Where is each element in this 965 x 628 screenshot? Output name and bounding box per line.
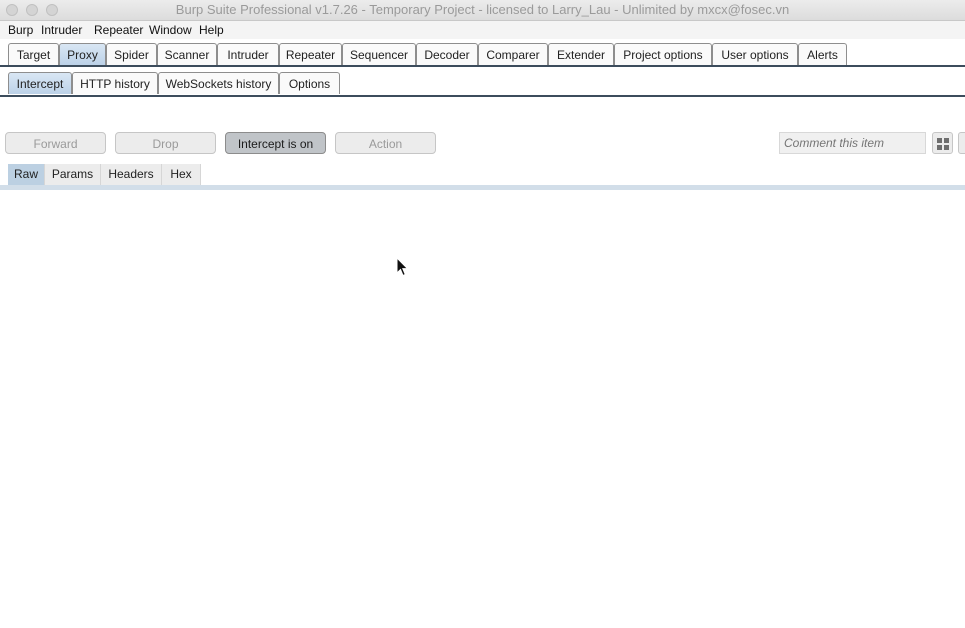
tab-spider[interactable]: Spider [106,43,157,65]
mouse-pointer-icon [396,257,409,277]
tab-intruder[interactable]: Intruder [217,43,279,65]
comment-field[interactable] [779,132,926,154]
intercept-toggle-button[interactable]: Intercept is on [225,132,326,154]
tab-sequencer[interactable]: Sequencer [342,43,416,65]
tab-websockets-history[interactable]: WebSockets history [158,72,279,94]
tab-intercept[interactable]: Intercept [8,72,72,94]
menu-repeater[interactable]: Repeater [94,23,143,37]
tab-decoder[interactable]: Decoder [416,43,478,65]
tab-repeater[interactable]: Repeater [279,43,342,65]
tab-scanner[interactable]: Scanner [157,43,217,65]
menu-window[interactable]: Window [149,23,192,37]
tab-http-history[interactable]: HTTP history [72,72,158,94]
tab-headers[interactable]: Headers [101,164,162,185]
menu-burp[interactable]: Burp [8,23,33,37]
tab-project-options[interactable]: Project options [614,43,712,65]
main-tabbar-divider [0,65,965,67]
message-editor[interactable] [0,190,965,628]
forward-button[interactable]: Forward [5,132,106,154]
menu-intruder[interactable]: Intruder [41,23,82,37]
message-tabbar: Raw Params Headers Hex [0,164,965,186]
window-titlebar: Burp Suite Professional v1.7.26 - Tempor… [0,0,965,21]
tab-raw[interactable]: Raw [8,164,45,185]
action-button[interactable]: Action [335,132,436,154]
tab-target[interactable]: Target [8,43,59,65]
proxy-tabbar-divider [0,95,965,97]
layout-toggle-button[interactable] [932,132,953,154]
tab-alerts[interactable]: Alerts [798,43,847,65]
tab-proxy[interactable]: Proxy [59,43,106,65]
main-tabbar: Target Proxy Spider Scanner Intruder Rep… [0,43,965,67]
tab-options[interactable]: Options [279,72,340,94]
tab-params[interactable]: Params [45,164,101,185]
tab-user-options[interactable]: User options [712,43,798,65]
tab-comparer[interactable]: Comparer [478,43,548,65]
tab-hex[interactable]: Hex [162,164,201,185]
menu-help[interactable]: Help [199,23,224,37]
tab-extender[interactable]: Extender [548,43,614,65]
overflow-button[interactable] [958,132,965,154]
proxy-tabbar: Intercept HTTP history WebSockets histor… [0,72,965,96]
drop-button[interactable]: Drop [115,132,216,154]
window-title: Burp Suite Professional v1.7.26 - Tempor… [175,2,790,17]
menubar: Burp Intruder Repeater Window Help [0,21,965,39]
